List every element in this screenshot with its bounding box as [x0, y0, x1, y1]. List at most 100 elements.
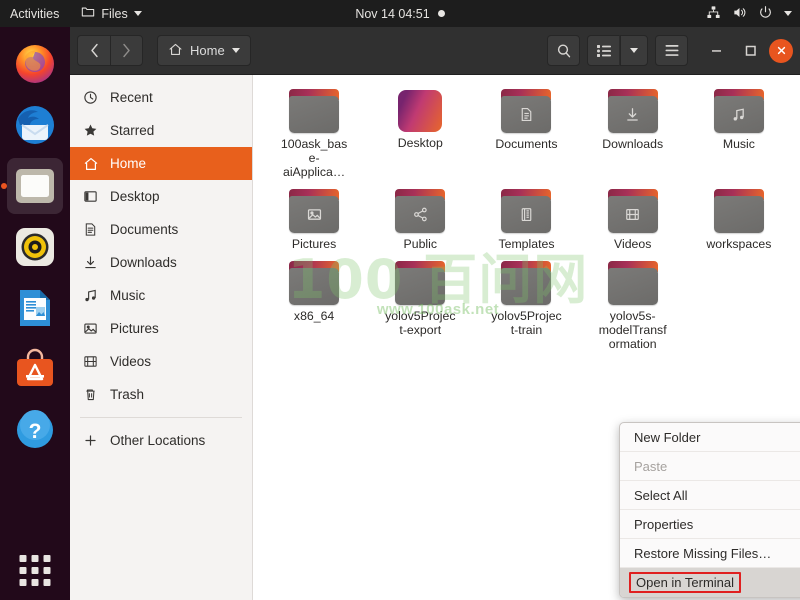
file-item[interactable]: Music [686, 85, 792, 181]
sidebar-item-home[interactable]: Home [70, 147, 252, 180]
file-item[interactable]: yolov5Project-train [473, 257, 579, 353]
activities-button[interactable]: Activities [0, 0, 71, 27]
trash-icon [82, 386, 99, 403]
window-headerbar: Home [70, 27, 800, 75]
sidebar-item-videos[interactable]: Videos [70, 345, 252, 378]
navigation-buttons [77, 35, 143, 66]
file-name: Public [403, 237, 438, 251]
sidebar-item-music[interactable]: Music [70, 279, 252, 312]
search-button[interactable] [547, 35, 580, 66]
sidebar-item-label: Downloads [110, 255, 177, 270]
file-item[interactable]: x86_64 [261, 257, 367, 353]
menu-item-label: New Folder [634, 429, 701, 445]
sidebar-item-trash[interactable]: Trash [70, 378, 252, 411]
dock-item-files[interactable] [7, 158, 63, 214]
grid-dot [31, 567, 39, 574]
window-controls [701, 36, 793, 66]
file-item[interactable]: workspaces [686, 185, 792, 253]
path-bar-home-button[interactable]: Home [157, 35, 251, 66]
file-item[interactable]: Documents [473, 85, 579, 181]
close-button[interactable] [769, 38, 793, 63]
grid-dot [19, 579, 27, 586]
music-icon [713, 96, 765, 133]
file-name: Videos [613, 237, 652, 251]
file-item[interactable]: 100ask_base-aiApplica… [261, 85, 367, 181]
picture-icon [288, 196, 340, 233]
document-icon [500, 96, 552, 133]
file-item[interactable]: Public [367, 185, 473, 253]
folder-icon [713, 89, 765, 133]
file-item[interactable]: Pictures [261, 185, 367, 253]
chevron-down-icon [630, 48, 638, 53]
app-menu-label: Files [101, 6, 128, 21]
sidebar-item-other-locations[interactable]: Other Locations [70, 424, 252, 457]
download-icon [607, 96, 659, 133]
grid-dot [43, 579, 51, 586]
help-icon: ? [17, 410, 53, 448]
minimize-button[interactable] [701, 36, 731, 66]
file-name: 100ask_base-aiApplica… [280, 137, 348, 179]
dock-item-firefox[interactable] [7, 36, 63, 92]
system-status-area[interactable] [706, 0, 792, 27]
sidebar-item-starred[interactable]: Starred [70, 114, 252, 147]
sidebar-item-label: Recent [110, 90, 153, 105]
file-view[interactable]: 100ask_base-aiApplica… Desktop Documents [253, 75, 800, 600]
sidebar-item-recent[interactable]: Recent [70, 81, 252, 114]
list-view-button[interactable] [587, 35, 620, 66]
list-view-icon [596, 44, 611, 57]
document-icon [82, 221, 99, 238]
file-item[interactable]: Downloads [580, 85, 686, 181]
sidebar-item-downloads[interactable]: Downloads [70, 246, 252, 279]
dock-item-thunderbird[interactable] [7, 97, 63, 153]
volume-icon [732, 5, 747, 23]
menu-item-label: Paste [634, 458, 668, 474]
grid-dot [19, 567, 27, 574]
clock-icon [82, 89, 99, 106]
context-menu-item-restore-missing-files[interactable]: Restore Missing Files… [620, 539, 800, 568]
sidebar-item-label: Home [110, 156, 147, 171]
file-item[interactable]: Desktop [367, 85, 473, 181]
back-button[interactable] [77, 35, 110, 66]
sidebar-item-pictures[interactable]: Pictures [70, 312, 252, 345]
star-icon [82, 122, 99, 139]
context-menu-item-new-folder[interactable]: New Folder Shift+Ctrl+N [620, 423, 800, 452]
dock-item-rhythmbox[interactable] [7, 219, 63, 275]
file-name: x86_64 [293, 309, 335, 323]
icon-grid: 100ask_base-aiApplica… Desktop Documents [253, 85, 800, 353]
file-name: workspaces [706, 237, 772, 251]
app-menu-button[interactable]: Files [71, 0, 151, 27]
folder-icon [607, 89, 659, 133]
grid-dot [31, 579, 39, 586]
file-item[interactable]: Videos [580, 185, 686, 253]
show-applications-button[interactable] [19, 555, 51, 586]
gnome-top-bar: Activities Files Nov 14 04:51 [0, 0, 800, 27]
dock-item-libreoffice-writer[interactable] [7, 280, 63, 336]
forward-button[interactable] [110, 35, 143, 66]
context-menu-item-open-in-terminal[interactable]: Open in Terminal [620, 568, 800, 597]
folder-icon [500, 261, 552, 305]
chevron-right-icon [123, 43, 130, 58]
power-icon [758, 5, 773, 23]
menu-item-label: Select All [634, 487, 688, 503]
context-menu-item-properties[interactable]: Properties [620, 510, 800, 539]
clock-label: Nov 14 04:51 [355, 6, 430, 21]
sidebar-item-label: Documents [110, 222, 179, 237]
file-item[interactable]: Templates [473, 185, 579, 253]
maximize-button[interactable] [735, 36, 765, 66]
view-options-button[interactable] [620, 35, 648, 66]
sidebar-item-desktop[interactable]: Desktop [70, 180, 252, 213]
files-icon [16, 169, 54, 203]
menu-item-label: Open in Terminal [629, 572, 742, 593]
file-item[interactable]: yolov5s-modelTransformation [580, 257, 686, 353]
video-icon [82, 353, 99, 370]
firefox-icon [16, 45, 54, 83]
context-menu-item-select-all[interactable]: Select All Ctrl+A [620, 481, 800, 510]
desktop-icon [82, 188, 99, 205]
nautilus-window: Home Recent Starred Home Desktop Documen… [70, 27, 800, 600]
dock-item-help[interactable]: ? [7, 402, 63, 458]
sidebar-item-documents[interactable]: Documents [70, 213, 252, 246]
file-item[interactable]: yolov5Project-export [367, 257, 473, 353]
dock-item-ubuntu-software[interactable] [7, 341, 63, 397]
main-menu-button[interactable] [655, 35, 688, 66]
chevron-down-icon [231, 48, 240, 53]
